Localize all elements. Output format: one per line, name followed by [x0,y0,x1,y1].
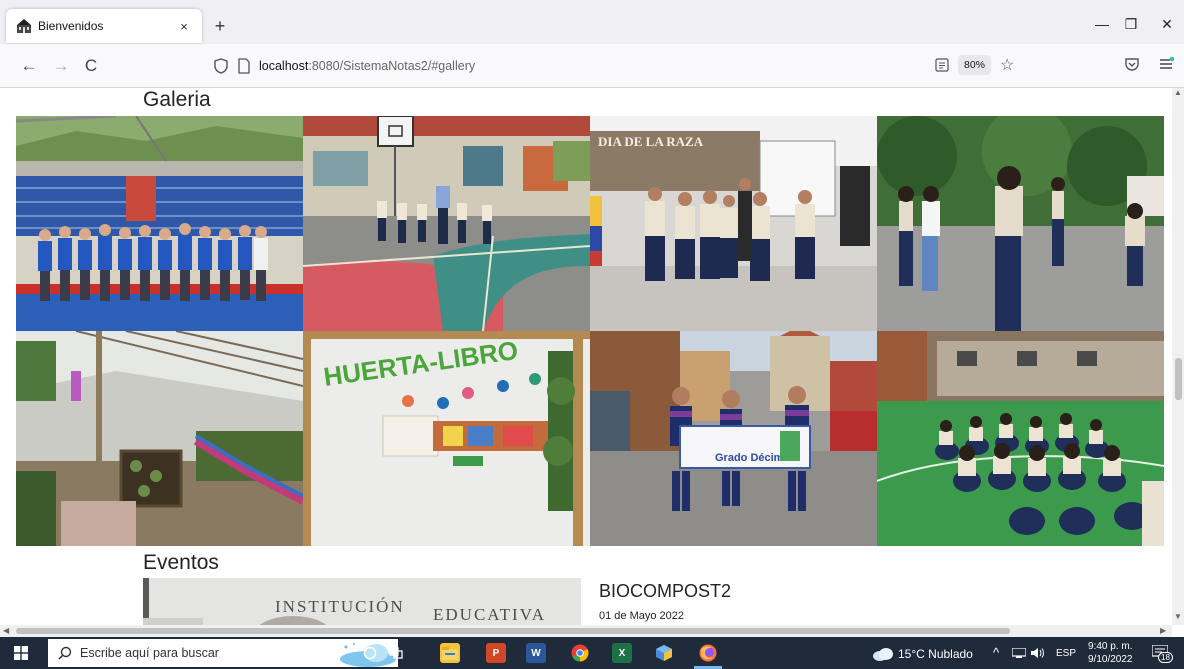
tray-chevron-icon[interactable]: ^ [993,645,999,660]
forward-button[interactable]: → [50,56,72,76]
search-icon [58,646,72,660]
tracking-shield-icon [214,58,228,74]
students-seated-photo-icon [877,331,1164,546]
event-image[interactable]: INSTITUCIÓN EDUCATIVA [143,578,581,625]
url-text: localhost:8080/SistemaNotas2/#gallery [259,59,475,73]
basketball-court-photo-icon [303,116,590,331]
parade-banner-text: Grado Décimo [715,452,790,464]
schoolyard-game-photo-icon [877,116,1164,331]
parade-grado-decimo-photo-icon: Grado Décimo [590,331,877,546]
app-menu-icon[interactable] [1158,56,1174,72]
photo-gallery: DIA DE LA RAZA HUERTA-LIBRO Grado Décimo [16,116,1164,546]
gallery-photo-6[interactable]: HUERTA-LIBRO [303,331,590,546]
event-sign-line2: EDUCATIVA [433,605,546,624]
language-indicator[interactable]: ESP [1056,648,1076,659]
url-path: :8080/SistemaNotas2/#gallery [308,59,476,73]
excel-icon[interactable]: X [612,643,632,663]
horizontal-scroll-thumb[interactable] [16,628,1010,634]
gallery-photo-7[interactable]: Grado Décimo [590,331,877,546]
pocket-icon[interactable] [1124,56,1140,72]
cloud-weather-icon [873,648,893,661]
school-building-icon [17,19,31,33]
event-sign-line1: INSTITUCIÓN [275,597,405,616]
gallery-photo-3[interactable]: DIA DE LA RAZA [590,116,877,331]
file-explorer-icon[interactable] [440,643,460,663]
stage-dia-de-la-raza-photo-icon: DIA DE LA RAZA [590,116,877,331]
group-photo-stadium-icon [16,116,303,331]
events-title: Eventos [143,551,219,574]
tab-close-icon[interactable]: × [176,19,192,34]
scroll-down-arrow-icon[interactable]: ▼ [1172,612,1184,621]
chrome-icon[interactable] [570,643,590,663]
back-button[interactable]: ← [18,56,40,76]
bookmark-star-icon[interactable]: ☆ [1000,55,1014,75]
windows-taskbar: P W X 15°C Nublado ^ ESP 9:40 p. m. 9/10… [0,637,1184,669]
taskbar-clock[interactable]: 9:40 p. m. 9/10/2022 [1088,640,1133,666]
app-cube-icon[interactable] [654,643,674,663]
notification-count: 18 [1158,652,1173,663]
word-icon[interactable]: W [526,643,546,663]
task-view-icon[interactable] [386,643,406,663]
gallery-photo-8[interactable] [877,331,1164,546]
clock-time: 9:40 p. m. [1088,641,1133,652]
gallery-photo-1[interactable] [16,116,303,331]
clock-date: 9/10/2022 [1088,654,1133,665]
close-window-button[interactable]: ✕ [1157,16,1177,32]
powerpoint-icon[interactable]: P [486,643,506,663]
gallery-title: Galeria [143,88,211,111]
restore-button[interactable]: ❐ [1121,16,1141,32]
new-tab-button[interactable]: + [210,17,230,35]
event-title[interactable]: BIOCOMPOST2 [599,581,731,602]
search-input[interactable] [80,646,280,660]
scroll-right-arrow-icon[interactable]: ▶ [1160,625,1166,637]
url-host: localhost [259,59,309,73]
url-bar[interactable]: localhost:8080/SistemaNotas2/#gallery [205,51,1020,81]
browser-window: Bienvenidos × + — ❐ ✕ ← → C localhost:80… [0,0,1184,669]
vertical-scroll-thumb[interactable] [1175,358,1182,400]
huerta-libro-wall-photo-icon: HUERTA-LIBRO [303,331,590,546]
notification-center-button[interactable]: 18 [1151,644,1173,663]
gallery-photo-4[interactable] [877,116,1164,331]
gallery-photo-2[interactable] [303,116,590,331]
windows-start-icon[interactable] [14,646,28,660]
greenhouse-photo-icon [16,331,303,546]
weather-text[interactable]: 15°C Nublado [898,647,973,661]
minimize-button[interactable]: — [1092,16,1112,32]
horizontal-scrollbar[interactable]: ◀ ▶ [0,625,1172,637]
taskbar-search[interactable] [48,639,398,667]
tab-strip: Bienvenidos × + — ❐ ✕ [0,0,1184,44]
vertical-scrollbar[interactable]: ▲ ▼ [1172,88,1184,625]
volume-icon[interactable] [1031,647,1045,659]
gallery-photo-5[interactable] [16,331,303,546]
tab-title: Bienvenidos [38,19,104,33]
navigation-bar: ← → C localhost:8080/SistemaNotas2/#gall… [0,44,1184,88]
stage-banner-text: DIA DE LA RAZA [598,134,704,149]
event-date: 01 de Mayo 2022 [599,610,685,622]
firefox-icon[interactable] [698,643,718,663]
network-icon[interactable] [1012,648,1026,658]
cortana-icon[interactable] [360,643,380,663]
scroll-left-arrow-icon[interactable]: ◀ [3,625,9,637]
zoom-level-button[interactable]: 80% [958,55,992,75]
reload-button[interactable]: C [80,56,102,76]
tab-bienvenidos[interactable]: Bienvenidos × [6,9,202,43]
page-info-icon [238,58,250,74]
page-content: Galeria DIA DE LA RAZA HUERTA-LIBRO Grad… [0,88,1172,625]
reader-view-icon[interactable] [935,58,949,72]
scroll-up-arrow-icon[interactable]: ▲ [1172,88,1184,97]
event-sign-photo-icon: INSTITUCIÓN EDUCATIVA [143,578,581,625]
